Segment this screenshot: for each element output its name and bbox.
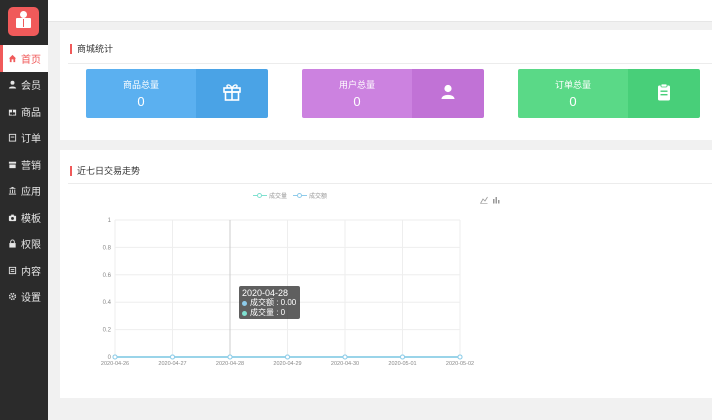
stat-card-body: 商品总量 0 [86, 69, 196, 118]
chart-tooltip: 2020-04-28 成交额 : 0.00 成交量 : 0 [239, 286, 300, 319]
tooltip-marker-amount [242, 300, 247, 306]
sidebar: 首页 会员 商品 订单 营销 应用 模板 权限 内容 设置 [0, 0, 48, 420]
legend-marker [253, 192, 267, 199]
stat-card-label: 用户总量 [338, 80, 375, 90]
clipboard-icon [654, 82, 674, 105]
sidebar-item-members[interactable]: 会员 [0, 72, 48, 99]
legend-item-volume[interactable]: 成交量 [253, 191, 287, 200]
legend-item-amount[interactable]: 成交额 [293, 191, 327, 200]
sidebar-item-label: 权限 [21, 240, 41, 252]
stat-card-users[interactable]: 用户总量 0 [302, 69, 484, 118]
gift-icon [8, 107, 17, 116]
stat-card-icon-area [628, 69, 700, 118]
tooltip-marker-volume [242, 310, 247, 316]
legend-label: 成交额 [309, 194, 328, 200]
tooltip-row-amount: 成交额 : 0.00 [242, 298, 297, 308]
trend-panel: 近七日交易走势 [60, 150, 712, 398]
sidebar-item-label: 订单 [21, 134, 41, 146]
stat-card-label: 商品总量 [122, 80, 159, 90]
sidebar-item-label: 会员 [21, 81, 41, 93]
home-icon [8, 54, 17, 63]
gift-icon [222, 82, 242, 105]
tooltip-count: 成交量 : 0 [250, 308, 286, 317]
sidebar-item-home[interactable]: 首页 [0, 45, 48, 72]
stat-card-body: 订单总量 0 [518, 69, 628, 118]
sidebar-item-settings[interactable]: 设置 [0, 284, 48, 311]
stat-card-products[interactable]: 商品总量 0 [86, 69, 268, 118]
tag-icon [8, 160, 17, 169]
sidebar-item-label: 应用 [21, 187, 41, 199]
sidebar-nav: 首页 会员 商品 订单 营销 应用 模板 权限 内容 设置 [0, 45, 48, 310]
divider [68, 183, 712, 184]
tooltip-date: 2020-04-28 [242, 288, 289, 298]
trend-panel-title: 近七日交易走势 [70, 166, 140, 176]
tooltip-row-volume: 成交量 : 0 [242, 308, 297, 318]
logo-head-shape [20, 11, 27, 18]
sidebar-item-marketing[interactable]: 营销 [0, 151, 48, 178]
top-bar [48, 0, 712, 22]
sidebar-item-permissions[interactable]: 权限 [0, 231, 48, 258]
sidebar-item-orders[interactable]: 订单 [0, 125, 48, 152]
sidebar-item-apps[interactable]: 应用 [0, 178, 48, 205]
sidebar-item-label: 营销 [21, 160, 41, 172]
camera-icon [8, 213, 17, 222]
stat-card-label: 订单总量 [554, 80, 591, 90]
sidebar-item-content[interactable]: 内容 [0, 257, 48, 284]
bar-chart-toggle-icon[interactable] [492, 193, 500, 204]
sidebar-item-label: 设置 [21, 293, 41, 305]
chart-legend: 成交量 成交额 [253, 191, 333, 200]
sidebar-item-templates[interactable]: 模板 [0, 204, 48, 231]
logo[interactable] [8, 7, 39, 36]
stat-card-value: 0 [569, 94, 577, 109]
sidebar-item-label: 内容 [21, 266, 41, 278]
line-chart-toggle-icon[interactable] [480, 193, 488, 204]
sidebar-item-products[interactable]: 商品 [0, 98, 48, 125]
user-icon [8, 80, 17, 89]
stat-card-icon-area [412, 69, 484, 118]
content-icon [8, 266, 17, 275]
sidebar-item-label: 首页 [21, 54, 41, 66]
user-icon [438, 82, 458, 105]
stat-card-value: 0 [137, 94, 145, 109]
divider [68, 63, 712, 64]
stat-card-orders[interactable]: 订单总量 0 [518, 69, 700, 118]
lock-icon [8, 239, 17, 248]
sidebar-item-label: 模板 [21, 213, 41, 225]
stats-panel-title: 商城统计 [70, 44, 113, 54]
sidebar-item-label: 商品 [21, 107, 41, 119]
stat-card-value: 0 [353, 94, 361, 109]
stat-card-body: 用户总量 0 [302, 69, 412, 118]
legend-marker [293, 192, 308, 199]
legend-label: 成交量 [269, 194, 288, 200]
stat-card-icon-area [196, 69, 268, 118]
gear-icon [8, 292, 17, 301]
logo-book-split [23, 19, 24, 27]
tooltip-amount: 成交额 : 0.00 [250, 298, 297, 307]
order-icon [8, 133, 17, 142]
bank-icon [8, 186, 17, 195]
